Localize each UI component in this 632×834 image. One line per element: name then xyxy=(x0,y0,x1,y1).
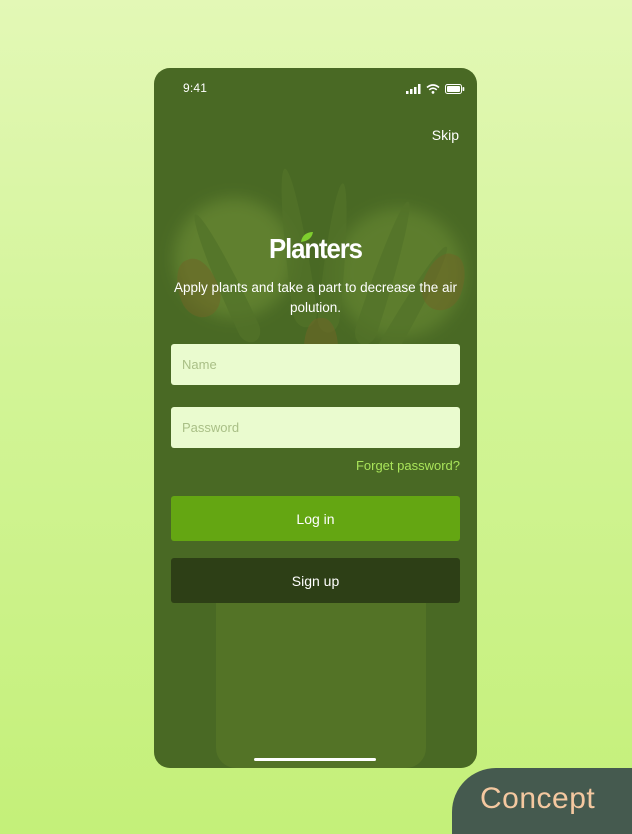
logo-wordmark: Planters xyxy=(269,233,363,264)
concept-label: Concept xyxy=(480,782,596,815)
login-button[interactable]: Log in xyxy=(171,496,460,541)
skip-button[interactable]: Skip xyxy=(432,127,459,143)
planters-logo: Planters xyxy=(154,230,477,265)
phone-screen: 9:41 Skip Planters Apply plants and take… xyxy=(154,68,477,768)
status-bar: 9:41 xyxy=(154,68,477,108)
password-input[interactable] xyxy=(171,407,460,448)
leaf-icon xyxy=(300,230,314,248)
signal-icon xyxy=(406,81,421,99)
tagline: Apply plants and take a part to decrease… xyxy=(174,280,457,315)
forgot-password-link[interactable]: Forget password? xyxy=(356,458,460,473)
status-icons xyxy=(406,81,465,99)
name-input[interactable] xyxy=(171,344,460,385)
wifi-icon xyxy=(426,81,440,99)
home-indicator[interactable] xyxy=(254,758,376,761)
concept-badge: Concept xyxy=(452,768,632,834)
signup-button[interactable]: Sign up xyxy=(171,558,460,603)
status-time: 9:41 xyxy=(183,81,208,95)
battery-icon xyxy=(445,81,465,99)
